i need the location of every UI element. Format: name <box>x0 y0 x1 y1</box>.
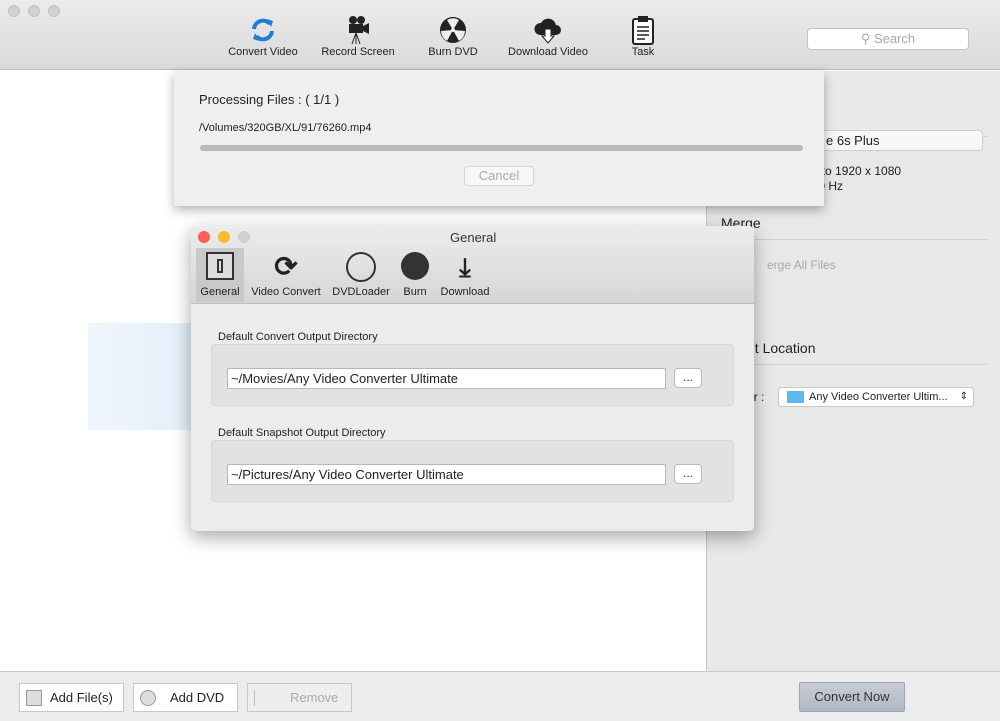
toolbar-label: Record Screen <box>321 46 395 58</box>
zoom-button[interactable] <box>238 231 250 243</box>
device-value: e 6s Plus <box>826 133 880 148</box>
tab-dvdloader[interactable]: DVDLoader <box>329 248 393 302</box>
output-folder-select[interactable]: Any Video Converter Ultim... ⇕ <box>778 387 974 407</box>
search-icon: ⚲ <box>860 31 871 46</box>
tab-label: Video Convert <box>251 286 321 298</box>
burn-icon <box>408 14 498 46</box>
button-label: Add File(s) <box>50 690 113 705</box>
dvd-loader-icon <box>346 252 376 282</box>
general-preferences-dialog: General General ⟳ Video Convert DVDLoader… <box>191 226 754 531</box>
progress-bar <box>200 145 803 151</box>
browse-convert-button[interactable]: ... <box>674 368 702 388</box>
dialog-title: General <box>450 230 497 245</box>
zoom-button[interactable] <box>48 5 60 17</box>
tab-label: Burn <box>403 286 427 298</box>
stepper-chevron-icon: ⇕ <box>959 391 968 402</box>
camera-icon <box>313 14 403 46</box>
toolbar-burn-dvd[interactable]: Burn DVD <box>408 14 498 58</box>
device-select[interactable]: e 6s Plus <box>815 130 983 151</box>
minimize-button[interactable] <box>218 231 230 243</box>
tab-label: General <box>200 286 240 298</box>
processing-file-path: /Volumes/320GB/XL/91/76260.mp4 <box>199 122 372 134</box>
minimize-button[interactable] <box>28 5 40 17</box>
output-location-title: ut Location <box>747 340 816 356</box>
tab-burn[interactable]: Burn <box>395 248 435 302</box>
tab-label: DVDLoader <box>332 286 390 298</box>
toolbar-convert-video[interactable]: Convert Video <box>218 14 308 58</box>
toolbar-label: Task <box>631 46 655 58</box>
bottom-bar: Add File(s) Add DVD Remove Convert Now <box>0 671 1000 721</box>
folder-icon <box>787 391 804 403</box>
close-button[interactable] <box>8 5 20 17</box>
merge-all-files-checkbox[interactable]: erge All Files <box>767 258 836 272</box>
clipboard-icon <box>598 14 688 46</box>
convert-now-button[interactable]: Convert Now <box>799 682 905 712</box>
search-placeholder: Search <box>873 31 916 46</box>
processing-title: Processing Files : ( 1/1 ) <box>199 92 340 107</box>
tab-video-convert[interactable]: ⟳ Video Convert <box>246 248 326 302</box>
cancel-button[interactable]: Cancel <box>464 166 534 186</box>
remove-icon <box>254 689 270 706</box>
divider <box>721 364 987 365</box>
button-label: Add DVD <box>170 690 225 705</box>
output-folder-value: Any Video Converter Ultim... <box>809 391 948 403</box>
tab-download[interactable]: ⤓ Download <box>437 248 493 302</box>
cloud-download-icon <box>503 14 593 46</box>
convert-dir-input[interactable]: ~/Movies/Any Video Converter Ultimate <box>227 368 666 389</box>
download-icon: ⤓ <box>459 252 471 282</box>
dvd-icon <box>140 689 156 706</box>
button-label: Remove <box>290 690 339 705</box>
processing-dialog: Processing Files : ( 1/1 ) /Volumes/320G… <box>174 71 824 206</box>
close-button[interactable] <box>198 231 210 243</box>
convert-icon <box>218 14 308 46</box>
snapshot-dir-input[interactable]: ~/Pictures/Any Video Converter Ultimate <box>227 464 666 485</box>
divider <box>721 239 987 240</box>
switch-icon <box>206 252 234 280</box>
browse-snapshot-button[interactable]: ... <box>674 464 702 484</box>
toolbar-task[interactable]: Task <box>598 14 688 58</box>
tab-label: Download <box>440 286 490 298</box>
remove-button[interactable]: Remove <box>247 683 352 712</box>
toolbar-label: Burn DVD <box>428 46 478 58</box>
add-files-button[interactable]: Add File(s) <box>19 683 124 712</box>
snapshot-dir-label: Default Snapshot Output Directory <box>218 427 386 439</box>
selected-file-row[interactable] <box>88 323 198 430</box>
toolbar-label: Download Video <box>508 46 588 58</box>
convert-dir-label: Default Convert Output Directory <box>218 331 378 343</box>
search-input[interactable]: ⚲ Search <box>807 28 969 50</box>
toolbar-label: Convert Video <box>228 46 298 58</box>
tab-general[interactable]: General <box>196 248 244 302</box>
add-file-icon <box>26 689 42 706</box>
burn-icon <box>401 252 429 280</box>
toolbar-record-screen[interactable]: Record Screen <box>313 14 403 58</box>
toolbar-download-video[interactable]: Download Video <box>503 14 593 58</box>
toolbar: Convert Video Record Screen Burn DVD Dow… <box>0 0 1000 70</box>
add-dvd-button[interactable]: Add DVD <box>133 683 238 712</box>
convert-icon: ⟳ <box>274 251 298 282</box>
